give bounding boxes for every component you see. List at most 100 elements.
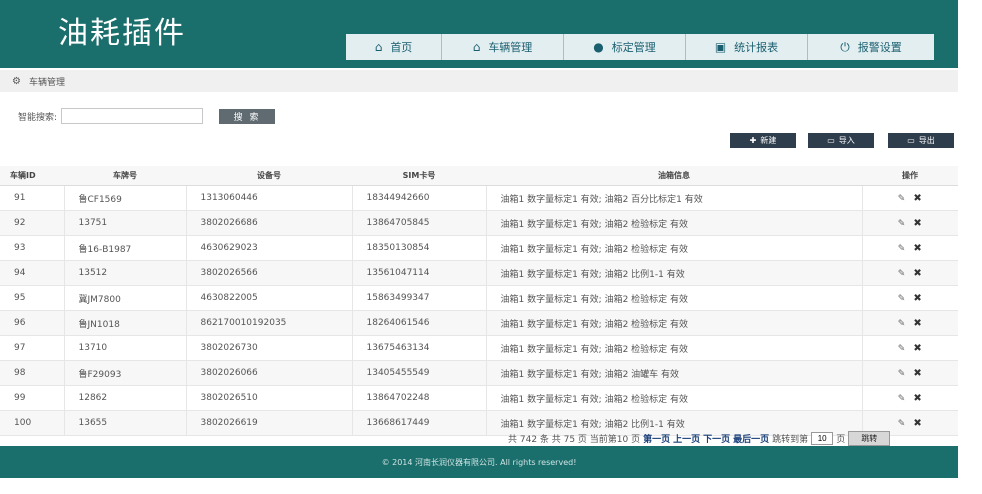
search-button[interactable]: 搜 索 [219, 108, 276, 124]
table-row[interactable]: 97 13710 3802026730 13675463134 油箱1 数字量标… [0, 335, 958, 361]
copyright-text: © 2014 河南长润仪器有限公司. All rights reserved! [381, 457, 577, 467]
cell-tank-info: 油箱1 数字量标定1 有效; 油箱2 检验标定 有效 [486, 335, 863, 361]
edit-icon[interactable]: ✎ [898, 194, 906, 204]
export-button[interactable]: ▭ 导出 [888, 133, 954, 148]
nav-label: 车辆管理 [488, 41, 533, 54]
user-icon: ● [593, 40, 604, 54]
nav-label: 首页 [390, 41, 413, 54]
cell-operations: ✎ ✖ [862, 285, 958, 311]
cell-device: 3802026566 [186, 260, 353, 286]
table-row[interactable]: 95 冀JM7800 4630822005 15863499347 油箱1 数字… [0, 285, 958, 311]
nav-label: 报警设置 [857, 41, 902, 54]
cell-plate: 鲁F29093 [64, 360, 187, 386]
delete-icon[interactable]: ✖ [913, 368, 921, 379]
table-row[interactable]: 91 鲁CF1569 1313060446 18344942660 油箱1 数字… [0, 185, 958, 211]
cell-sim: 18344942660 [352, 185, 487, 211]
edit-icon[interactable]: ✎ [898, 294, 906, 304]
cell-operations: ✎ ✖ [862, 260, 958, 286]
report-icon: ▣ [714, 40, 727, 54]
table-row[interactable]: 99 12862 3802026510 13864702248 油箱1 数字量标… [0, 385, 958, 411]
cell-device: 3802026730 [186, 335, 353, 361]
cell-device: 862170010192035 [186, 310, 353, 336]
cell-operations: ✎ ✖ [862, 360, 958, 386]
page-suffix: 页 [836, 435, 846, 445]
cell-plate: 13751 [64, 210, 187, 236]
table-row[interactable]: 96 鲁JN1018 862170010192035 18264061546 油… [0, 310, 958, 336]
search-label: 智能搜索: [18, 112, 58, 123]
nav-statistics-report[interactable]: ▣ 统计报表 [686, 34, 808, 60]
cell-device: 3802026619 [186, 410, 353, 436]
pagination: 共 742 条 共 75 页 当前第10 页 第一页 上一页 下一页 最后一页 … [508, 431, 891, 446]
cell-tank-info: 油箱1 数字量标定1 有效; 油箱2 百分比标定1 有效 [486, 185, 863, 211]
tray-icon: ▭ [907, 136, 915, 145]
nav-home[interactable]: ⌂ 首页 [346, 34, 442, 60]
delete-icon[interactable]: ✖ [913, 268, 921, 279]
nav-label: 标定管理 [611, 41, 656, 54]
jump-button[interactable]: 跳转 [848, 431, 891, 446]
column-header[interactable]: 车牌号 [64, 166, 186, 186]
delete-icon[interactable]: ✖ [913, 343, 921, 354]
cell-plate: 鲁JN1018 [64, 310, 187, 336]
delete-icon[interactable]: ✖ [913, 418, 921, 429]
column-header[interactable]: 车辆ID [0, 166, 64, 186]
edit-icon[interactable]: ✎ [898, 269, 906, 279]
nav-calibration-management[interactable]: ● 标定管理 [564, 34, 686, 60]
table-row[interactable]: 94 13512 3802026566 13561047114 油箱1 数字量标… [0, 260, 958, 286]
cell-vehicle-id: 93 [0, 235, 65, 261]
breadcrumb: ⚙ 车辆管理 [0, 70, 958, 92]
cell-operations: ✎ ✖ [862, 235, 958, 261]
app-header: 油耗插件 ⌂ 首页 ⌂ 车辆管理 ● 标定管理 ▣ 统计报表 ⏻ 报警设置 [0, 0, 958, 68]
export-label: 导出 [918, 136, 935, 145]
cell-tank-info: 油箱1 数字量标定1 有效; 油箱2 检验标定 有效 [486, 310, 863, 336]
prev-page-link[interactable]: 上一页 [673, 432, 700, 445]
delete-icon[interactable]: ✖ [913, 193, 921, 204]
cell-sim: 13561047114 [352, 260, 487, 286]
cell-plate: 12862 [64, 385, 187, 411]
import-label: 导入 [838, 136, 855, 145]
edit-icon[interactable]: ✎ [898, 369, 906, 379]
column-header[interactable]: 设备号 [186, 166, 352, 186]
jump-label: 跳转到第 [772, 435, 809, 445]
column-header[interactable]: SIM卡号 [352, 166, 486, 186]
cell-device: 3802026686 [186, 210, 353, 236]
table-row[interactable]: 98 鲁F29093 3802026066 13405455549 油箱1 数字… [0, 360, 958, 386]
cell-sim: 13405455549 [352, 360, 487, 386]
edit-icon[interactable]: ✎ [898, 344, 906, 354]
action-bar: ✚ 新建 ▭ 导入 ▭ 导出 [730, 133, 954, 148]
plus-icon: ✚ [749, 136, 757, 145]
cell-operations: ✎ ✖ [862, 310, 958, 336]
cell-device: 1313060446 [186, 185, 353, 211]
tray-icon: ▭ [827, 136, 835, 145]
cell-vehicle-id: 94 [0, 260, 65, 286]
column-header[interactable]: 油箱信息 [486, 166, 862, 186]
delete-icon[interactable]: ✖ [913, 393, 921, 404]
edit-icon[interactable]: ✎ [898, 319, 906, 329]
search-input[interactable] [61, 108, 204, 124]
pagination-summary: 共 742 条 共 75 页 当前第10 页 [508, 435, 641, 445]
delete-icon[interactable]: ✖ [913, 243, 921, 254]
cell-device: 3802026510 [186, 385, 353, 411]
home-icon: ⌂ [374, 40, 383, 54]
delete-icon[interactable]: ✖ [913, 318, 921, 329]
cell-sim: 13864705845 [352, 210, 487, 236]
last-page-link[interactable]: 最后一页 [733, 432, 769, 445]
edit-icon[interactable]: ✎ [898, 244, 906, 254]
cell-vehicle-id: 95 [0, 285, 65, 311]
import-button[interactable]: ▭ 导入 [808, 133, 874, 148]
nav-alarm-settings[interactable]: ⏻ 报警设置 [808, 34, 934, 60]
edit-icon[interactable]: ✎ [898, 394, 906, 404]
page-number-input[interactable] [811, 432, 834, 445]
table-row[interactable]: 93 鲁16-B1987 4630629023 18350130854 油箱1 … [0, 235, 958, 261]
edit-icon[interactable]: ✎ [898, 219, 906, 229]
delete-icon[interactable]: ✖ [913, 218, 921, 229]
next-page-link[interactable]: 下一页 [703, 432, 730, 445]
cell-tank-info: 油箱1 数字量标定1 有效; 油箱2 检验标定 有效 [486, 385, 863, 411]
edit-icon[interactable]: ✎ [898, 419, 906, 429]
cell-sim: 18350130854 [352, 235, 487, 261]
first-page-link[interactable]: 第一页 [643, 432, 670, 445]
delete-icon[interactable]: ✖ [913, 293, 921, 304]
cell-device: 3802026066 [186, 360, 353, 386]
nav-vehicle-management[interactable]: ⌂ 车辆管理 [442, 34, 564, 60]
table-row[interactable]: 92 13751 3802026686 13864705845 油箱1 数字量标… [0, 210, 958, 236]
add-button[interactable]: ✚ 新建 [730, 133, 796, 148]
